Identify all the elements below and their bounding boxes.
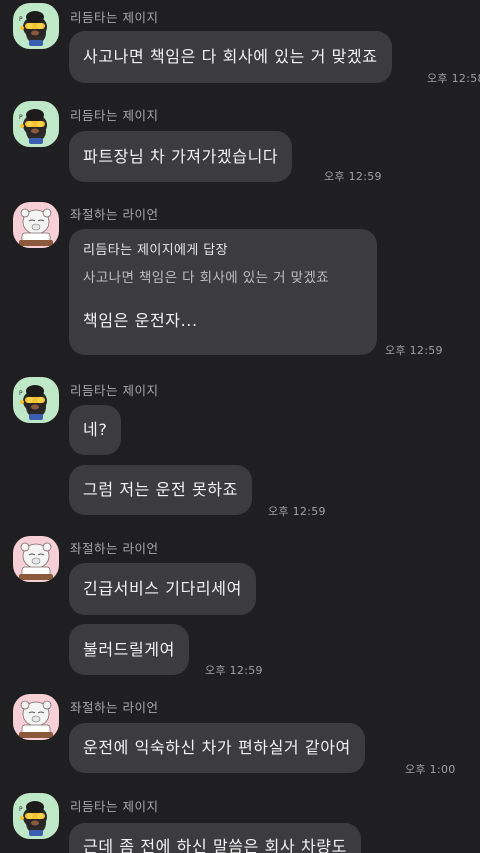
message-text: 긴급서비스 기다리세여 <box>83 579 242 598</box>
message-time: 오후 12:59 <box>324 170 382 183</box>
sender-name[interactable]: 리듬타는 제이지 <box>70 796 158 815</box>
message-bubble[interactable]: 긴급서비스 기다리세여 <box>69 563 256 615</box>
message-text: 파트장님 차 가져가겠습니다 <box>83 146 279 166</box>
chat-screen: 리듬타는 제이지 사고나면 책임은 다 회사에 있는 거 맞겠죠 오후 12:5… <box>0 0 480 853</box>
jay-g-avatar-icon[interactable] <box>13 793 59 839</box>
sender-name[interactable]: 리듬타는 제이지 <box>70 7 158 26</box>
message-bubble[interactable]: 사고나면 책임은 다 회사에 있는 거 맞겠죠 <box>69 31 392 83</box>
message-time: 오후 12:59 <box>268 505 326 518</box>
sender-name[interactable]: 좌절하는 라이언 <box>70 538 158 557</box>
message-text: 운전에 익숙하신 차가 편하실거 같아여 <box>83 738 351 757</box>
quoted-message: 사고나면 책임은 다 회사에 있는 거 맞겠죠 <box>83 270 330 286</box>
message-text: 그럼 저는 운전 못하죠 <box>83 480 238 499</box>
reply-message-bubble[interactable]: 리듬타는 제이지에게 답장 사고나면 책임은 다 회사에 있는 거 맞겠죠 책임… <box>69 229 377 355</box>
message-bubble[interactable]: 네? <box>69 405 122 455</box>
message-bubble[interactable]: 불러드릴게여 <box>69 624 189 675</box>
jay-g-avatar-icon[interactable] <box>13 377 59 423</box>
message-time: 오후 12:59 <box>385 344 443 357</box>
message-bubble[interactable]: 파트장님 차 가져가겠습니다 <box>69 131 293 182</box>
message-time: 오후 12:58 <box>427 72 480 85</box>
sender-name[interactable]: 좌절하는 라이언 <box>70 204 158 223</box>
message-text: 사고나면 책임은 다 회사에 있는 거 맞겠죠 <box>83 47 378 66</box>
message-text: 불러드릴게여 <box>83 639 175 659</box>
reply-header: 리듬타는 제이지에게 답장 <box>83 243 229 258</box>
ryan-avatar-icon[interactable] <box>13 202 59 248</box>
ryan-avatar-icon[interactable] <box>13 536 59 582</box>
message-time: 오후 1:00 <box>405 763 456 776</box>
sender-name[interactable]: 좌절하는 라이언 <box>70 697 158 716</box>
ryan-avatar-icon[interactable] <box>13 694 59 740</box>
message-bubble[interactable]: 근데 좀 전에 하신 말씀은 회사 차량도 <box>69 823 361 853</box>
sender-name[interactable]: 리듬타는 제이지 <box>70 380 158 399</box>
message-text: 책임은 운전자... <box>83 311 198 330</box>
message-time: 오후 12:59 <box>205 664 263 677</box>
reply-divider <box>83 298 363 299</box>
jay-g-avatar-icon[interactable] <box>13 101 59 147</box>
message-bubble[interactable]: 그럼 저는 운전 못하죠 <box>69 465 252 515</box>
jay-g-avatar-icon[interactable] <box>13 3 59 49</box>
message-text: 근데 좀 전에 하신 말씀은 회사 차량도 <box>83 837 347 853</box>
sender-name[interactable]: 리듬타는 제이지 <box>70 105 158 124</box>
message-bubble[interactable]: 운전에 익숙하신 차가 편하실거 같아여 <box>69 723 365 773</box>
message-text: 네? <box>83 420 108 439</box>
